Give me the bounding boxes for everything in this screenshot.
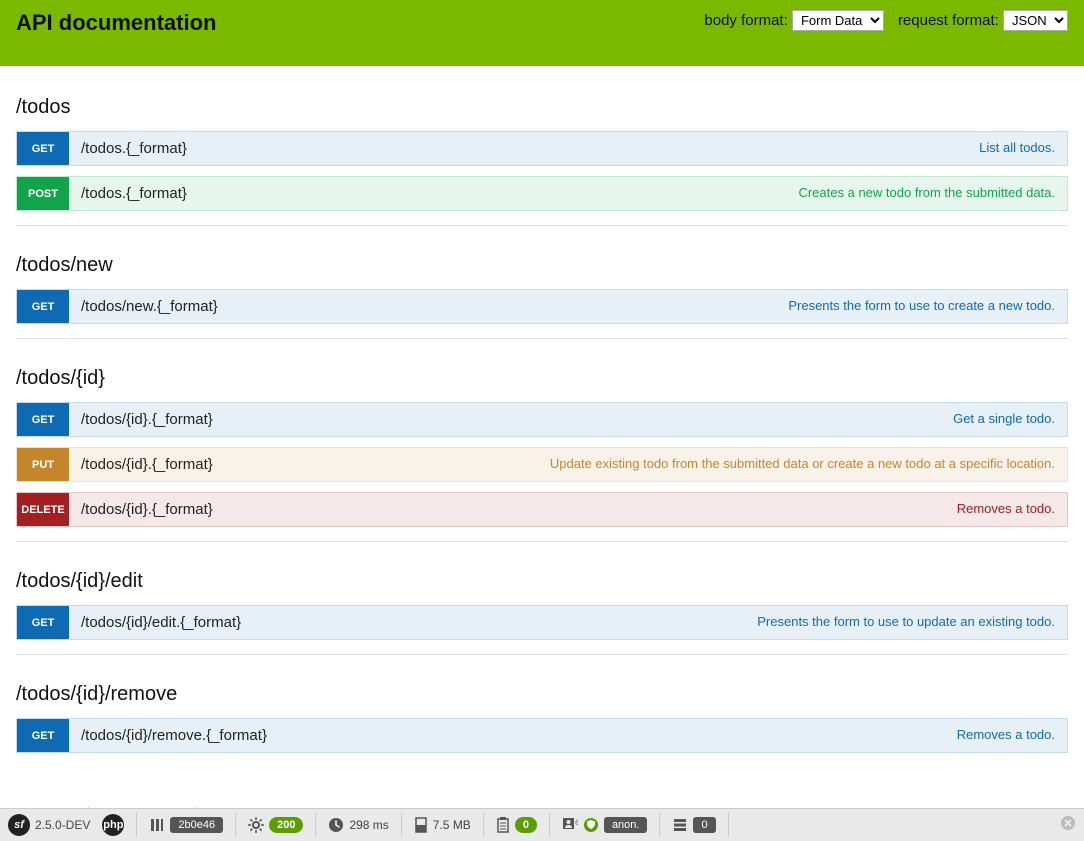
operation-path: /todos/{id}.{_format} (69, 493, 945, 526)
operation-description: Presents the form to use to create a new… (776, 290, 1067, 323)
operation-row[interactable]: DELETE/todos/{id}.{_format}Removes a tod… (16, 492, 1068, 527)
operation-path: /todos/{id}/edit.{_format} (69, 606, 745, 639)
header-controls: body format: Form Data request format: J… (704, 10, 1068, 31)
tb-divider (315, 813, 316, 837)
tb-request[interactable]: 2b0e46 (149, 817, 223, 833)
operation-description: Removes a todo. (945, 719, 1067, 752)
toolbar-close-button[interactable] (1060, 815, 1076, 836)
tb-php[interactable]: php (102, 814, 124, 836)
body-format-label: body format: Form Data (704, 10, 884, 31)
operation-description: Get a single todo. (941, 403, 1067, 436)
tb-divider (659, 813, 660, 837)
page-header: API documentation body format: Form Data… (0, 0, 1084, 66)
operation-row[interactable]: GET/todos/{id}.{_format}Get a single tod… (16, 402, 1068, 437)
tb-db[interactable]: 0 (672, 817, 715, 833)
tb-security[interactable]: @ anon. (562, 817, 648, 833)
database-icon (672, 817, 688, 833)
operation-row[interactable]: GET/todos/new.{_format}Presents the form… (16, 289, 1068, 324)
operation-path: /todos/{id}.{_format} (69, 403, 941, 436)
section-title: /todos/new (16, 254, 1068, 277)
operation-description: Presents the form to use to update an ex… (745, 606, 1067, 639)
php-icon: php (102, 814, 124, 836)
gear-icon (248, 817, 264, 833)
shield-icon (583, 817, 599, 833)
api-section: /todos/new GET/todos/new.{_format}Present… (16, 254, 1068, 339)
operation-description: Removes a todo. (945, 493, 1067, 526)
section-title: /todos (16, 96, 1068, 119)
tb-divider (728, 813, 729, 837)
debug-toolbar: sf 2.5.0-DEV php 2b0e46 200 298 ms 7.5 M… (0, 808, 1084, 841)
method-badge: GET (17, 719, 69, 752)
body-format-select[interactable]: Form Data (792, 10, 884, 31)
section-title: /todos/{id}/edit (16, 570, 1068, 593)
route-icon (149, 817, 165, 833)
method-badge: POST (17, 177, 69, 210)
operation-row[interactable]: GET/todos.{_format}List all todos. (16, 131, 1068, 166)
method-badge: GET (17, 290, 69, 323)
tb-divider (136, 813, 137, 837)
symfony-icon: sf (8, 814, 30, 836)
tb-symfony[interactable]: sf 2.5.0-DEV (8, 814, 90, 836)
tb-time[interactable]: 298 ms (328, 817, 388, 833)
api-section: /todos/{id}GET/todos/{id}.{_format}Get a… (16, 367, 1068, 542)
page-title: API documentation (16, 10, 216, 36)
method-badge: GET (17, 403, 69, 436)
method-badge: GET (17, 606, 69, 639)
section-title: /todos/{id}/remove (16, 683, 1068, 706)
tb-divider (549, 813, 550, 837)
operation-path: /todos.{_format} (69, 177, 786, 210)
clock-icon (328, 817, 344, 833)
tb-divider (483, 813, 484, 837)
operation-row[interactable]: GET/todos/{id}/edit.{_format}Presents th… (16, 605, 1068, 640)
operation-path: /todos.{_format} (69, 132, 967, 165)
operation-description: Creates a new todo from the submitted da… (786, 177, 1067, 210)
operation-row[interactable]: PUT/todos/{id}.{_format}Update existing … (16, 447, 1068, 482)
user-icon: @ (562, 817, 578, 833)
tb-divider (235, 813, 236, 837)
operation-description: List all todos. (967, 132, 1067, 165)
operation-row[interactable]: POST/todos.{_format}Creates a new todo f… (16, 176, 1068, 211)
tb-forms[interactable]: 0 (496, 817, 537, 833)
api-section: /todos/{id}/remove GET/todos/{id}/remove.… (16, 683, 1068, 767)
memory-icon (414, 817, 428, 833)
request-format-label: request format: JSON (898, 10, 1068, 31)
operation-description: Update existing todo from the submitted … (538, 448, 1067, 481)
api-section: /todosGET/todos.{_format}List all todos.… (16, 96, 1068, 226)
method-badge: DELETE (17, 493, 69, 526)
api-sections: /todosGET/todos.{_format}List all todos.… (0, 66, 1084, 805)
section-title: /todos/{id} (16, 367, 1068, 390)
operation-path: /todos/{id}.{_format} (69, 448, 538, 481)
operation-row[interactable]: GET/todos/{id}/remove.{_format}Removes a… (16, 718, 1068, 753)
method-badge: PUT (17, 448, 69, 481)
svg-text:@: @ (575, 820, 578, 826)
operation-path: /todos/{id}/remove.{_format} (69, 719, 945, 752)
operation-path: /todos/new.{_format} (69, 290, 776, 323)
request-format-select[interactable]: JSON (1003, 10, 1068, 31)
api-section: /todos/{id}/edit GET/todos/{id}/edit.{_fo… (16, 570, 1068, 655)
tb-divider (401, 813, 402, 837)
tb-status[interactable]: 200 (248, 817, 303, 833)
method-badge: GET (17, 132, 69, 165)
tb-memory[interactable]: 7.5 MB (414, 817, 471, 833)
clipboard-icon (496, 817, 510, 833)
